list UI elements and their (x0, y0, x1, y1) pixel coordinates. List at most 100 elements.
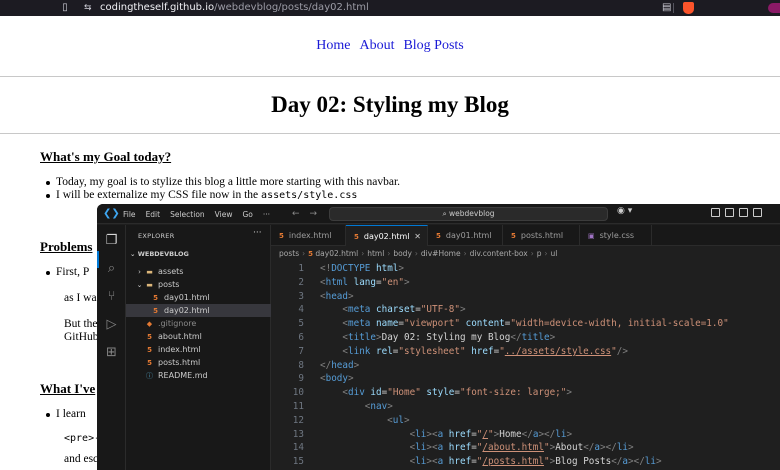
code-line[interactable]: 13 <li><a href="/">Home</a></li> (271, 428, 780, 442)
code-token: Day 02: Styling my Blog (381, 332, 511, 343)
code-line[interactable]: 11 <nav> (271, 400, 780, 414)
code-line[interactable]: 6 <title>Day 02: Styling my Blog</title> (271, 331, 780, 345)
code-token: DOCTYPE (331, 263, 371, 274)
code-token: /about.html (482, 442, 544, 454)
breadcrumb-item[interactable]: div#Home (421, 249, 461, 258)
code-line[interactable]: 10 <div id="Home" style="font-size: larg… (271, 386, 780, 400)
code-token: > (549, 332, 556, 343)
tree-file-day02[interactable]: 5 day02.html (126, 304, 271, 317)
menu-more[interactable]: ··· (263, 210, 270, 219)
tree-file-about[interactable]: 5 about.html (126, 330, 271, 343)
tree-file-gitignore[interactable]: ◆ .gitignore (126, 317, 271, 330)
code-line[interactable]: 9 <body> (271, 372, 780, 386)
code-line[interactable]: 12 <ul> (271, 414, 780, 428)
tab-day02-html[interactable]: 5 day02.html ✕ (346, 225, 428, 246)
code-line[interactable]: 14 <li><a href="/about.html">About</a></… (271, 441, 780, 455)
history-navigation: ← → (292, 204, 317, 224)
tab-style-css[interactable]: ▣ style.css (580, 225, 652, 246)
breadcrumb-item[interactable]: ul (550, 249, 557, 258)
menu-go[interactable]: Go (242, 210, 252, 219)
code-token: </ (521, 428, 533, 440)
code-token: style (426, 387, 455, 399)
tree-file-readme[interactable]: ⓘ README.md (126, 369, 271, 382)
reader-view-icon[interactable]: ▤ (662, 1, 671, 14)
code-token: Home (499, 428, 522, 440)
code-line[interactable]: 7 <link rel="stylesheet" href="../assets… (271, 345, 780, 359)
breadcrumb-item[interactable]: html (367, 249, 384, 258)
source-control-icon[interactable]: ⑂ (104, 289, 119, 304)
tree-file-posts[interactable]: 5 posts.html (126, 356, 271, 369)
code-line[interactable]: 2 <html lang="en"> (271, 276, 780, 290)
run-debug-icon[interactable]: ▷ (104, 317, 119, 332)
menu-view[interactable]: View (215, 210, 233, 219)
code-token: ></ (600, 442, 617, 454)
tree-item-label: day02.html (164, 306, 210, 315)
bookmark-icon[interactable]: ▯ (60, 1, 70, 14)
tree-folder-assets[interactable]: › ▬ assets (126, 265, 271, 278)
search-view-icon[interactable]: ⌕ (104, 261, 119, 276)
tree-item-label: assets (158, 267, 184, 276)
code-token: >< (426, 442, 438, 454)
goal-bullet-2-text: I will be externalize my CSS file now in… (56, 189, 262, 201)
tab-index-html[interactable]: 5 index.html (271, 225, 346, 246)
breadcrumb-item[interactable]: day02.html (315, 249, 358, 258)
tab-label: day02.html (363, 232, 410, 241)
forward-arrow-icon[interactable]: → (310, 204, 318, 224)
code-token: html (376, 263, 399, 274)
close-icon[interactable]: ✕ (414, 226, 421, 247)
code-token: >< (426, 456, 438, 468)
code-token: > (353, 359, 360, 371)
code-token: > (566, 387, 572, 399)
html-file-icon: 5 (436, 232, 441, 240)
tree-file-day01[interactable]: 5 day01.html (126, 291, 271, 304)
menu-selection[interactable]: Selection (170, 210, 205, 219)
toggle-sidebar-icon[interactable] (725, 208, 734, 217)
tab-posts-html[interactable]: 5 posts.html (503, 225, 580, 246)
workspace-root[interactable]: ⌄ WEBDEVBLOG (130, 250, 189, 258)
code-token: About (555, 442, 584, 454)
breadcrumb-item[interactable]: p (537, 249, 542, 258)
vscode-titlebar: ❮❯ File Edit Selection View Go ··· ← → ⌕… (97, 204, 780, 224)
brave-shield-icon[interactable] (683, 2, 694, 14)
goal-bullet-2: I will be externalize my CSS file now in… (45, 189, 357, 201)
breadcrumb-item[interactable]: div.content-box (470, 249, 528, 258)
breadcrumb-item[interactable]: posts (279, 249, 299, 258)
tree-folder-posts[interactable]: ⌄ ▬ posts (126, 278, 271, 291)
toggle-panel-icon[interactable] (739, 208, 748, 217)
code-editor[interactable]: 1 <!DOCTYPE html> 2 <html lang="en"> 3 <head>… (271, 260, 780, 470)
tab-day01-html[interactable]: 5 day01.html (428, 225, 503, 246)
code-line[interactable]: 5 <meta name="viewport" content="width=d… (271, 317, 780, 331)
address-bar[interactable]: codingtheself.github.io/webdevblog/posts… (100, 0, 369, 16)
code-line[interactable]: 8 </head> (271, 359, 780, 373)
nav-link-about[interactable]: About (359, 38, 394, 54)
blog-navbar: Home About Blog Posts (0, 16, 780, 77)
toggle-secondary-sidebar-icon[interactable] (753, 208, 762, 217)
extensions-icon[interactable]: ⊞ (104, 345, 119, 360)
search-text: webdevblog (449, 209, 495, 218)
code-line[interactable]: 15 <li><a href="/posts.html">Blog Posts<… (271, 455, 780, 469)
breadcrumb-item[interactable]: body (393, 249, 412, 258)
site-settings-icon[interactable]: ⇆ (84, 1, 92, 15)
nav-link-home[interactable]: Home (316, 38, 350, 54)
copilot-icon[interactable]: ◉ ▾ (617, 206, 632, 216)
back-arrow-icon[interactable]: ← (292, 204, 300, 224)
nav-link-blog-posts[interactable]: Blog Posts (403, 38, 463, 54)
line-number: 8 (298, 359, 304, 371)
menu-edit[interactable]: Edit (146, 210, 161, 219)
explorer-icon[interactable]: ❐ (104, 233, 119, 248)
profile-avatar[interactable] (768, 3, 780, 13)
code-token: >< (426, 428, 438, 440)
code-line[interactable]: 3 <head> (271, 290, 780, 304)
code-line[interactable]: 4 <meta charset="UTF-8"> (271, 303, 780, 317)
customize-layout-icon[interactable] (711, 208, 720, 217)
breadcrumb-separator: › (387, 249, 391, 258)
code-token: lang (353, 276, 376, 288)
command-center-search[interactable]: ⌕ webdevblog (329, 207, 608, 221)
tree-file-index[interactable]: 5 index.html (126, 343, 271, 356)
code-line[interactable]: 1 <!DOCTYPE html> (271, 262, 780, 276)
line-number: 5 (298, 318, 304, 330)
explorer-more-button[interactable]: ··· (253, 228, 262, 238)
menu-file[interactable]: File (123, 210, 136, 219)
tab-label: posts.html (520, 231, 564, 240)
